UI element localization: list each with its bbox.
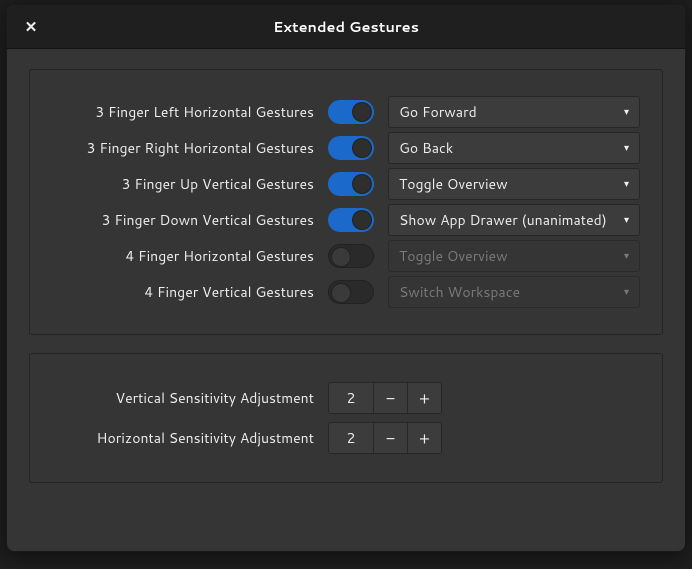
gesture-toggle-3-up[interactable]	[328, 172, 374, 196]
chevron-down-icon: ▾	[624, 249, 629, 263]
toggle-knob	[331, 283, 351, 303]
gesture-row: 3 Finger Down Vertical Gestures Show App…	[52, 202, 640, 238]
gesture-label: 3 Finger Down Vertical Gestures	[52, 210, 314, 230]
vertical-sensitivity-value[interactable]: 2	[329, 383, 373, 413]
chevron-down-icon: ▾	[624, 213, 629, 227]
chevron-down-icon: ▾	[624, 177, 629, 191]
sensitivity-row: Horizontal Sensitivity Adjustment 2 − +	[52, 418, 640, 458]
vertical-sensitivity-stepper: 2 − +	[328, 382, 442, 414]
chevron-down-icon: ▾	[624, 105, 629, 119]
sensitivity-panel: Vertical Sensitivity Adjustment 2 − + Ho…	[29, 353, 663, 483]
gesture-row: 4 Finger Vertical Gestures Switch Worksp…	[52, 274, 640, 310]
gesture-label: 3 Finger Left Horizontal Gestures	[52, 102, 314, 122]
gesture-row: 3 Finger Left Horizontal Gestures Go For…	[52, 94, 640, 130]
gesture-row: 3 Finger Up Vertical Gestures Toggle Ove…	[52, 166, 640, 202]
gesture-action-dropdown-4-horizontal: Toggle Overview ▾	[388, 240, 640, 272]
chevron-down-icon: ▾	[624, 141, 629, 155]
toggle-knob	[331, 247, 351, 267]
dropdown-value: Toggle Overview	[399, 174, 508, 194]
gesture-action-dropdown-3-right[interactable]: Go Back ▾	[388, 132, 640, 164]
vertical-sensitivity-label: Vertical Sensitivity Adjustment	[52, 388, 314, 408]
content-area: 3 Finger Left Horizontal Gestures Go For…	[7, 49, 685, 551]
gesture-toggle-3-right[interactable]	[328, 136, 374, 160]
gesture-action-dropdown-4-vertical: Switch Workspace ▾	[388, 276, 640, 308]
horizontal-sensitivity-decrement[interactable]: −	[373, 423, 407, 453]
toggle-knob	[352, 138, 372, 158]
settings-window: ✕ Extended Gestures 3 Finger Left Horizo…	[6, 4, 686, 552]
dropdown-value: Show App Drawer (unanimated)	[399, 210, 607, 230]
toggle-knob	[352, 174, 372, 194]
gesture-action-dropdown-3-left[interactable]: Go Forward ▾	[388, 96, 640, 128]
gesture-toggle-3-down[interactable]	[328, 208, 374, 232]
minus-icon: −	[386, 427, 395, 450]
close-icon: ✕	[25, 16, 38, 37]
close-button[interactable]: ✕	[19, 15, 43, 39]
gesture-label: 3 Finger Right Horizontal Gestures	[52, 138, 314, 158]
minus-icon: −	[386, 387, 395, 410]
gesture-toggle-4-horizontal[interactable]	[328, 244, 374, 268]
dropdown-value: Toggle Overview	[399, 246, 508, 266]
toggle-knob	[352, 210, 372, 230]
horizontal-sensitivity-increment[interactable]: +	[407, 423, 441, 453]
window-title: Extended Gestures	[7, 16, 685, 37]
plus-icon: +	[419, 387, 430, 410]
dropdown-value: Switch Workspace	[399, 282, 520, 302]
gesture-label: 4 Finger Horizontal Gestures	[52, 246, 314, 266]
gesture-row: 3 Finger Right Horizontal Gestures Go Ba…	[52, 130, 640, 166]
gestures-panel: 3 Finger Left Horizontal Gestures Go For…	[29, 69, 663, 335]
gesture-label: 4 Finger Vertical Gestures	[52, 282, 314, 302]
gesture-toggle-3-left[interactable]	[328, 100, 374, 124]
chevron-down-icon: ▾	[624, 285, 629, 299]
toggle-knob	[352, 102, 372, 122]
gesture-toggle-4-vertical[interactable]	[328, 280, 374, 304]
horizontal-sensitivity-stepper: 2 − +	[328, 422, 442, 454]
horizontal-sensitivity-value[interactable]: 2	[329, 423, 373, 453]
horizontal-sensitivity-label: Horizontal Sensitivity Adjustment	[52, 428, 314, 448]
gesture-row: 4 Finger Horizontal Gestures Toggle Over…	[52, 238, 640, 274]
gesture-action-dropdown-3-up[interactable]: Toggle Overview ▾	[388, 168, 640, 200]
vertical-sensitivity-decrement[interactable]: −	[373, 383, 407, 413]
gesture-action-dropdown-3-down[interactable]: Show App Drawer (unanimated) ▾	[388, 204, 640, 236]
vertical-sensitivity-increment[interactable]: +	[407, 383, 441, 413]
plus-icon: +	[419, 427, 430, 450]
titlebar: ✕ Extended Gestures	[7, 5, 685, 49]
gesture-label: 3 Finger Up Vertical Gestures	[52, 174, 314, 194]
sensitivity-row: Vertical Sensitivity Adjustment 2 − +	[52, 378, 640, 418]
dropdown-value: Go Forward	[399, 102, 477, 122]
dropdown-value: Go Back	[399, 138, 453, 158]
